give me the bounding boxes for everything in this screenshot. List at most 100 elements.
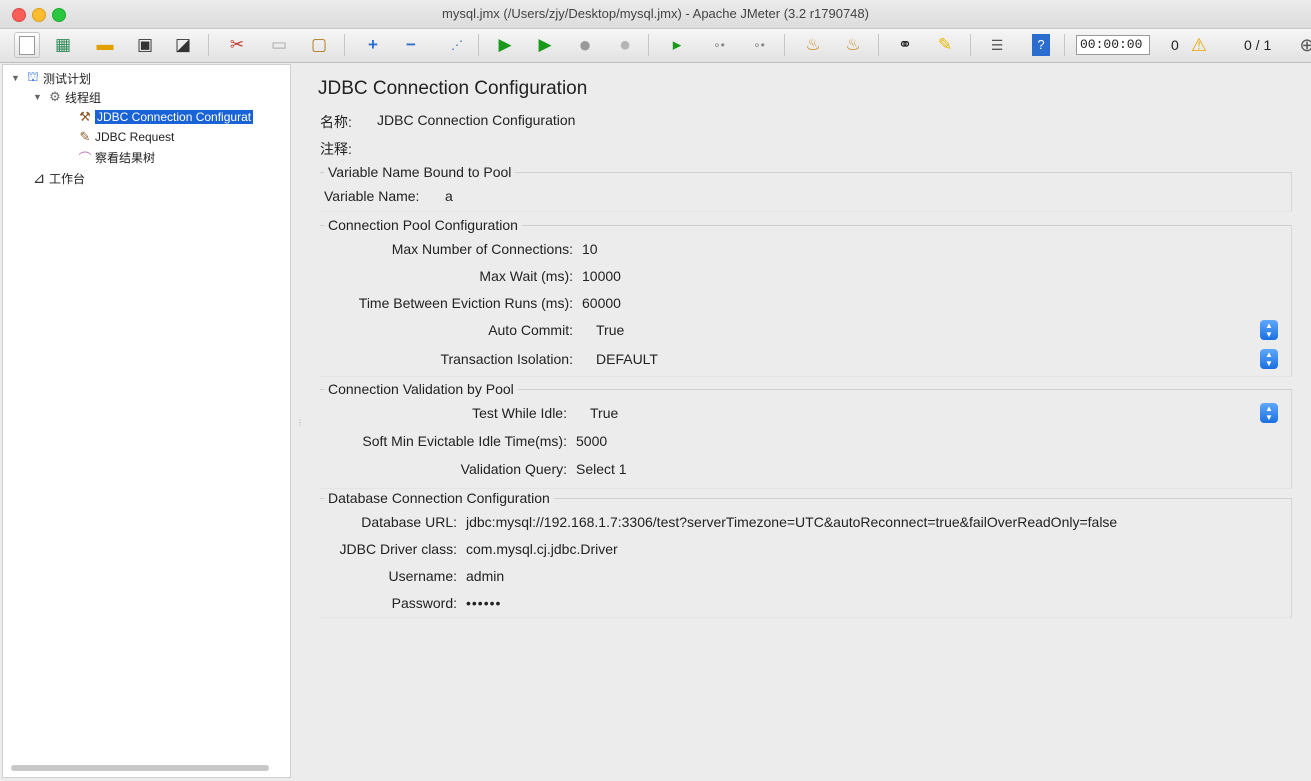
- search-icon[interactable]: ⚭: [892, 32, 918, 58]
- name-label: 名称:: [320, 114, 352, 130]
- comment-field[interactable]: [377, 136, 1277, 158]
- copy-icon[interactable]: ▭: [266, 32, 292, 58]
- warning-icon[interactable]: ⚠: [1186, 32, 1212, 58]
- clear-all-icon[interactable]: ♨: [840, 32, 866, 58]
- auto-commit-spinner-icon[interactable]: ▲ ▼: [1260, 320, 1278, 340]
- database-url-label: Database URL:: [361, 514, 457, 530]
- transaction-isolation-select[interactable]: DEFAULT: [596, 351, 658, 367]
- driver-class-field[interactable]: com.mysql.cj.jdbc.Driver: [466, 541, 618, 557]
- transaction-isolation-label: Transaction Isolation:: [440, 351, 573, 367]
- auto-commit-select[interactable]: True: [596, 322, 624, 338]
- tree-item-thread-group[interactable]: ▼ ⚙ 线程组: [33, 88, 101, 106]
- connection-pool-group-title: Connection Pool Configuration: [324, 217, 522, 233]
- window-title: mysql.jmx (/Users/zjy/Desktop/mysql.jmx)…: [442, 6, 869, 21]
- cut-icon[interactable]: ✂: [224, 32, 250, 58]
- jdbc-config-panel: JDBC Connection Configuration 名称: JDBC C…: [302, 64, 1307, 778]
- start-icon[interactable]: ▶: [492, 32, 518, 58]
- variable-name-label: Variable Name:: [324, 188, 420, 204]
- save-icon[interactable]: ▣: [132, 32, 158, 58]
- auto-commit-label: Auto Commit:: [488, 322, 573, 338]
- collapse-icon[interactable]: −: [398, 32, 424, 58]
- tree-item-view-results-tree[interactable]: ⌒ 察看结果树: [75, 148, 155, 166]
- password-label: Password:: [391, 595, 457, 611]
- paste-icon[interactable]: ▢: [306, 32, 332, 58]
- variable-group: Variable Name Bound to Pool: [320, 164, 1292, 212]
- toolbar-separator: [208, 34, 209, 56]
- tree-item-label: JDBC Connection Configurat: [95, 110, 254, 124]
- globe-icon[interactable]: ⊕: [1294, 32, 1311, 58]
- open-icon[interactable]: ▬: [92, 32, 118, 58]
- test-while-idle-label: Test While Idle:: [472, 405, 567, 421]
- tree-item-label: 察看结果树: [95, 150, 156, 165]
- templates-icon[interactable]: ▦: [50, 32, 76, 58]
- elapsed-timer: 00:00:00: [1076, 35, 1150, 55]
- comment-label: 注释:: [320, 141, 352, 157]
- split-pane-divider[interactable]: ⋮: [296, 418, 304, 427]
- toolbar-separator: [648, 34, 649, 56]
- variable-name-field[interactable]: a: [445, 188, 453, 204]
- max-connections-label: Max Number of Connections:: [391, 241, 573, 257]
- save-as-icon[interactable]: ◪: [170, 32, 196, 58]
- driver-class-label: JDBC Driver class:: [339, 541, 457, 557]
- soft-min-idle-field[interactable]: 5000: [576, 433, 607, 449]
- password-field[interactable]: ••••••: [466, 595, 501, 611]
- start-no-pause-icon[interactable]: ▶: [532, 32, 558, 58]
- tree-item-label: 工作台: [49, 171, 86, 186]
- active-threads: 0 / 1: [1244, 37, 1272, 53]
- test-while-idle-select[interactable]: True: [590, 405, 618, 421]
- max-wait-field[interactable]: 10000: [582, 268, 621, 284]
- remote-shutdown-icon[interactable]: ∘•: [746, 32, 772, 58]
- tree-item-workbench[interactable]: ⊿ 工作台: [29, 169, 85, 187]
- main-toolbar: ▦ ▬ ▣ ◪ ✂ ▭ ▢ + − ⋰ ▶ ▶ ● ● ▸ ∘• ∘• ♨ ♨ …: [0, 29, 1311, 63]
- eviction-runs-field[interactable]: 60000: [582, 295, 621, 311]
- thread-group-icon: ⚙: [49, 89, 61, 104]
- tree-horizontal-scrollbar[interactable]: [11, 765, 269, 771]
- expanded-caret-icon[interactable]: ▼: [33, 92, 45, 102]
- function-helper-icon[interactable]: ☰: [984, 32, 1010, 58]
- name-field[interactable]: JDBC Connection Configuration: [377, 112, 575, 128]
- expanded-caret-icon[interactable]: ▼: [11, 73, 23, 83]
- remote-stop-icon[interactable]: ∘•: [706, 32, 732, 58]
- toolbar-separator: [1064, 34, 1065, 56]
- toolbar-separator: [344, 34, 345, 56]
- tree-item-jdbc-connection-config[interactable]: ⚒ JDBC Connection Configurat: [75, 108, 254, 126]
- shutdown-icon[interactable]: ●: [612, 32, 638, 58]
- page-title: JDBC Connection Configuration: [318, 78, 588, 99]
- eviction-runs-label: Time Between Eviction Runs (ms):: [358, 295, 573, 311]
- test-plan-tree[interactable]: ▼ ⛫ 测试计划 ▼ ⚙ 线程组 ⚒ JDBC Connection Confi…: [2, 64, 291, 778]
- username-field[interactable]: admin: [466, 568, 504, 584]
- max-connections-field[interactable]: 10: [582, 241, 598, 257]
- tree-item-label: JDBC Request: [95, 130, 175, 144]
- tree-item-label: 线程组: [65, 90, 102, 105]
- wrench-icon: ⚒: [79, 109, 91, 124]
- workbench-icon: ⊿: [32, 170, 46, 187]
- tree-item-test-plan[interactable]: ▼ ⛫ 测试计划: [11, 69, 91, 87]
- help-icon[interactable]: ?: [1028, 32, 1054, 58]
- toolbar-separator: [478, 34, 479, 56]
- new-icon[interactable]: [14, 32, 40, 58]
- transaction-isolation-spinner-icon[interactable]: ▲ ▼: [1260, 349, 1278, 369]
- toolbar-separator: [784, 34, 785, 56]
- clear-icon[interactable]: ♨: [800, 32, 826, 58]
- database-url-field[interactable]: jdbc:mysql://192.168.1.7:3306/test?serve…: [466, 514, 1117, 530]
- warning-count: 0: [1171, 37, 1179, 53]
- max-wait-label: Max Wait (ms):: [479, 268, 573, 284]
- toolbar-separator: [970, 34, 971, 56]
- expand-icon[interactable]: +: [360, 32, 386, 58]
- database-group-title: Database Connection Configuration: [324, 490, 554, 506]
- variable-group-title: Variable Name Bound to Pool: [324, 164, 516, 180]
- tree-item-jdbc-request[interactable]: ✎ JDBC Request: [75, 128, 175, 146]
- test-while-idle-spinner-icon[interactable]: ▲ ▼: [1260, 403, 1278, 423]
- stop-icon[interactable]: ●: [572, 32, 598, 58]
- soft-min-idle-label: Soft Min Evictable Idle Time(ms):: [362, 433, 567, 449]
- sampler-pen-icon: ✎: [79, 129, 91, 144]
- validation-query-label: Validation Query:: [460, 461, 567, 477]
- window-titlebar: mysql.jmx (/Users/zjy/Desktop/mysql.jmx)…: [0, 0, 1311, 29]
- validation-group-title: Connection Validation by Pool: [324, 381, 518, 397]
- validation-query-field[interactable]: Select 1: [576, 461, 627, 477]
- reset-search-icon[interactable]: ✎: [932, 32, 958, 58]
- toggle-icon[interactable]: ⋰: [444, 32, 470, 58]
- username-label: Username:: [388, 568, 457, 584]
- tree-item-label: 测试计划: [43, 71, 92, 86]
- remote-start-icon[interactable]: ▸: [664, 32, 690, 58]
